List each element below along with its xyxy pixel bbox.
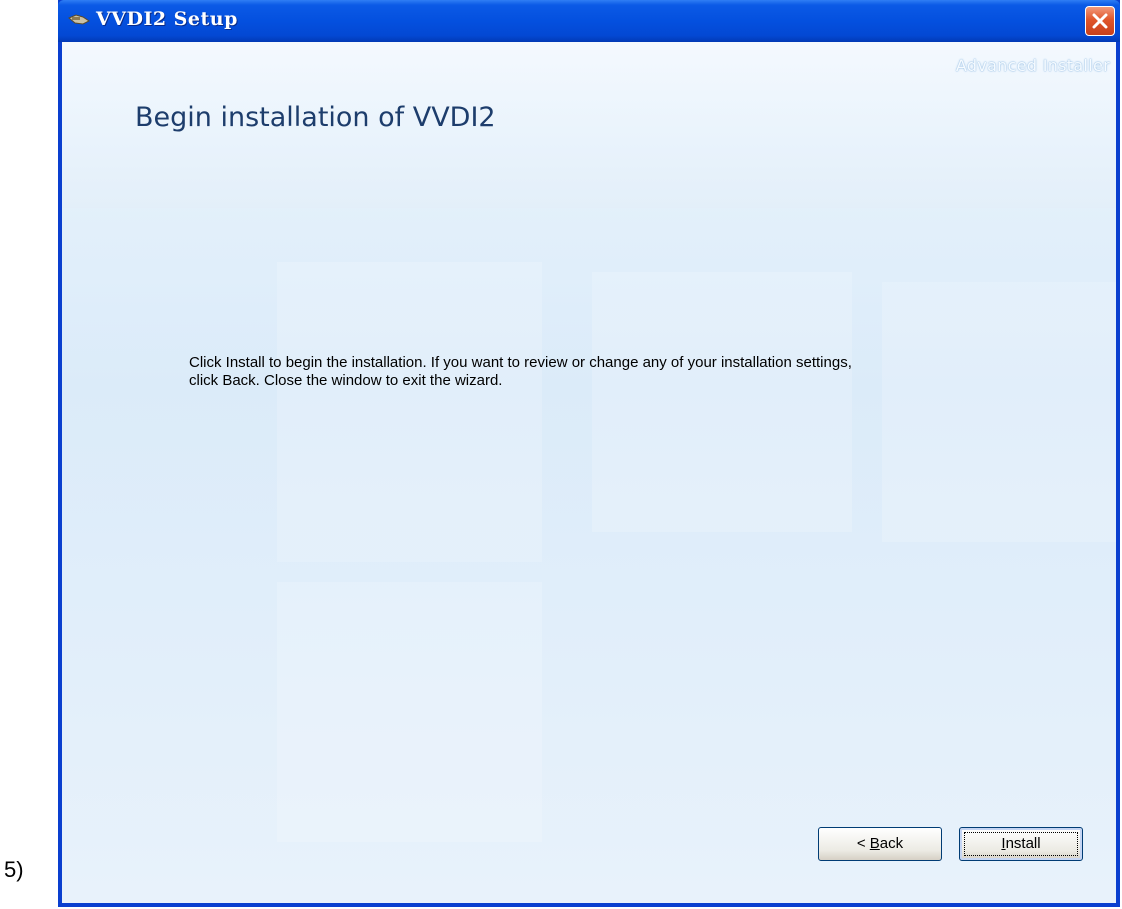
focus-ring	[964, 832, 1078, 856]
close-button[interactable]	[1085, 6, 1115, 36]
window-title: VVDI2 Setup	[96, 8, 238, 30]
install-button[interactable]: Install	[959, 827, 1083, 861]
instruction-line: click Back. Close the window to exit the…	[189, 372, 503, 389]
instruction-line: Click Install to begin the installation.…	[189, 354, 852, 371]
background-pane	[277, 262, 542, 562]
installer-app-icon	[68, 12, 90, 26]
wizard-client-area: Advanced Installer Begin installation of…	[62, 42, 1116, 903]
back-button-mnemonic: B	[869, 835, 880, 852]
title-bar[interactable]: VVDI2 Setup	[58, 0, 1120, 42]
instruction-text: Click Install to begin the installation.…	[189, 354, 1069, 390]
setup-window: VVDI2 Setup Advanced Installer Begin ins…	[58, 0, 1120, 907]
step-label: 5)	[4, 857, 24, 882]
background-pane	[277, 582, 542, 842]
brand-watermark: Advanced Installer	[955, 56, 1110, 75]
back-button-label: ack	[879, 835, 904, 852]
background-pane	[592, 272, 852, 532]
page-title: Begin installation of VVDI2	[135, 102, 496, 133]
back-button[interactable]: < Back	[818, 827, 942, 861]
back-button-prefix: <	[856, 835, 870, 852]
close-icon	[1092, 13, 1108, 29]
background-pane	[882, 282, 1116, 542]
